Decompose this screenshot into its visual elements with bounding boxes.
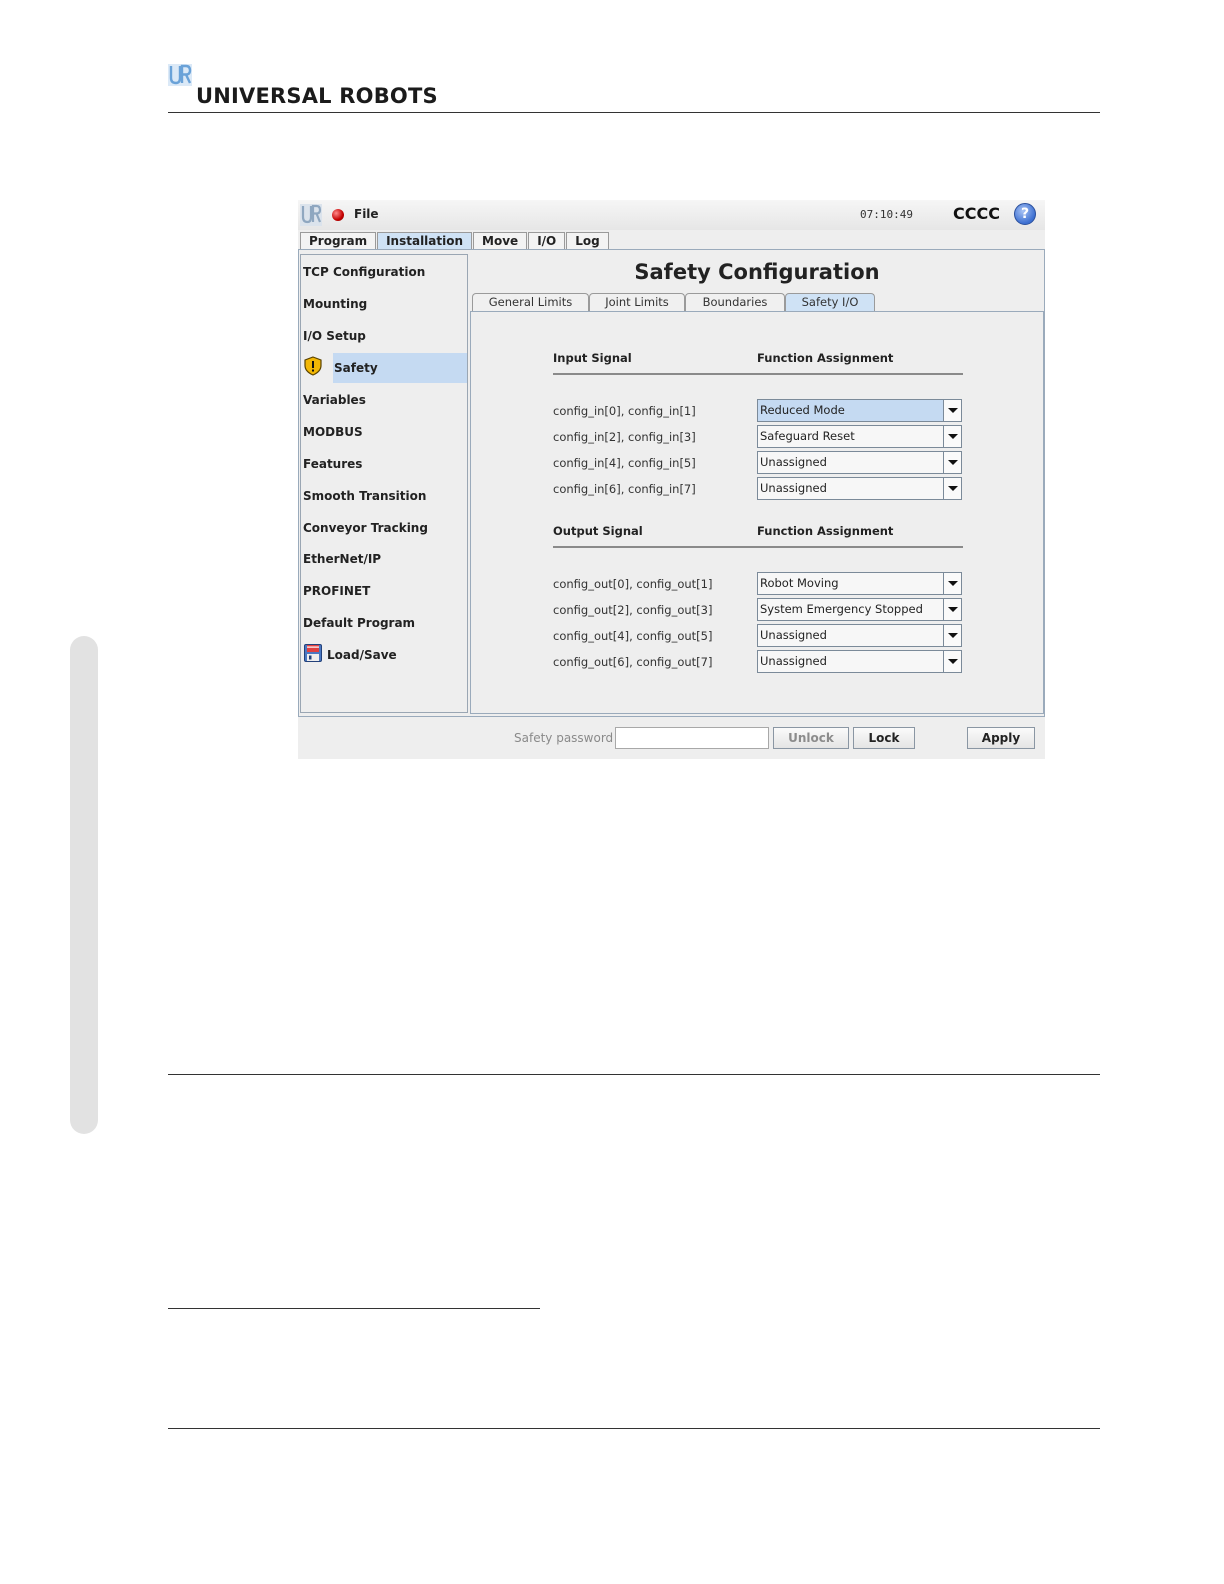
tab-general-limits[interactable]: General Limits — [472, 293, 589, 311]
combo-value: System Emergency Stopped — [760, 602, 923, 616]
tab-installation[interactable]: Installation — [377, 232, 473, 250]
input-signal-label: config_in[4], config_in[5] — [553, 456, 696, 470]
installation-panel: TCP Configuration Mounting I/O Setup Saf… — [298, 249, 1045, 717]
combo-value: Unassigned — [760, 654, 827, 668]
chevron-down-icon[interactable] — [943, 573, 961, 594]
sidebar-item-safety[interactable]: Safety — [333, 353, 467, 383]
footer-rule — [168, 1428, 1100, 1429]
apply-button[interactable]: Apply — [967, 727, 1035, 749]
combo-value: Robot Moving — [760, 576, 839, 590]
tab-program[interactable]: Program — [300, 232, 377, 250]
input-header-rule — [553, 373, 963, 375]
sidebar-item-smooth-transition[interactable]: Smooth Transition — [301, 481, 467, 511]
combo-value: Unassigned — [760, 481, 827, 495]
combo-value: Unassigned — [760, 628, 827, 642]
bottom-bar: Safety password Unlock Lock Apply — [298, 717, 1045, 759]
safety-sub-tab-bar: General Limits Joint Limits Boundaries S… — [472, 293, 875, 311]
document-logo: UNIVERSAL ROBOTS — [168, 64, 438, 108]
clock: 07:10:49 — [860, 208, 913, 221]
tab-joint-limits[interactable]: Joint Limits — [589, 293, 685, 311]
sidebar-item-modbus[interactable]: MODBUS — [301, 417, 467, 447]
sidebar-item-variables[interactable]: Variables — [301, 385, 467, 415]
unlock-button[interactable]: Unlock — [773, 727, 849, 749]
sidebar-item-mounting[interactable]: Mounting — [301, 289, 467, 319]
output-function-select[interactable]: Unassigned — [757, 650, 962, 673]
output-signal-header: Output Signal — [553, 524, 643, 538]
file-menu[interactable]: File — [354, 207, 379, 221]
page-title: Safety Configuration — [634, 260, 880, 284]
ur-app-icon — [300, 204, 322, 226]
input-function-header: Function Assignment — [757, 351, 894, 365]
combo-value: Unassigned — [760, 455, 827, 469]
chevron-down-icon[interactable] — [943, 400, 961, 421]
chevron-down-icon[interactable] — [943, 426, 961, 447]
chevron-down-icon[interactable] — [943, 599, 961, 620]
input-signal-header: Input Signal — [553, 351, 632, 365]
main-tab-bar: Program Installation Move I/O Log — [300, 232, 610, 250]
chevron-down-icon[interactable] — [943, 651, 961, 672]
tab-boundaries[interactable]: Boundaries — [685, 293, 785, 311]
safety-password-label: Safety password — [514, 731, 614, 745]
sidebar-item-tcp-configuration[interactable]: TCP Configuration — [301, 257, 467, 287]
output-function-select[interactable]: Unassigned — [757, 624, 962, 647]
warning-shield-icon — [304, 356, 322, 376]
chevron-down-icon[interactable] — [943, 625, 961, 646]
output-signal-label: config_out[2], config_out[3] — [553, 603, 713, 617]
safety-io-panel: Input Signal Function Assignment config_… — [470, 311, 1044, 714]
installation-sidebar: TCP Configuration Mounting I/O Setup Saf… — [300, 254, 468, 713]
brand-name: UNIVERSAL ROBOTS — [196, 84, 438, 108]
robot-name: CCCC — [953, 204, 1000, 223]
sidebar-item-ethernet-ip[interactable]: EtherNet/IP — [301, 544, 467, 574]
tab-log[interactable]: Log — [566, 232, 609, 250]
output-signal-label: config_out[4], config_out[5] — [553, 629, 713, 643]
output-signal-label: config_out[0], config_out[1] — [553, 577, 713, 591]
safety-password-input[interactable] — [615, 727, 769, 749]
input-function-select[interactable]: Safeguard Reset — [757, 425, 962, 448]
sidebar-item-profinet[interactable]: PROFINET — [301, 576, 467, 606]
output-header-rule — [553, 546, 963, 548]
sidebar-item-load-save[interactable]: Load/Save — [325, 640, 467, 670]
sidebar-item-features[interactable]: Features — [301, 449, 467, 479]
sidebar-item-conveyor-tracking[interactable]: Conveyor Tracking — [301, 513, 467, 543]
safety-configuration-area: Safety Configuration General Limits Join… — [470, 252, 1044, 714]
output-signal-label: config_out[6], config_out[7] — [553, 655, 713, 669]
output-function-select[interactable]: Robot Moving — [757, 572, 962, 595]
sidebar-item-io-setup[interactable]: I/O Setup — [301, 321, 467, 351]
section-rule — [168, 1074, 1100, 1075]
tab-safety-io[interactable]: Safety I/O — [785, 293, 875, 311]
output-function-select[interactable]: System Emergency Stopped — [757, 598, 962, 621]
help-icon[interactable]: ? — [1014, 203, 1036, 225]
chevron-down-icon[interactable] — [943, 452, 961, 473]
chapter-side-tab — [70, 636, 98, 1134]
header-rule — [168, 112, 1100, 113]
robot-status-icon[interactable] — [332, 209, 344, 221]
lock-button[interactable]: Lock — [853, 727, 915, 749]
tab-io[interactable]: I/O — [528, 232, 566, 250]
input-function-select[interactable]: Reduced Mode — [757, 399, 962, 422]
tab-move[interactable]: Move — [473, 232, 528, 250]
title-bar: File 07:10:49 CCCC ? — [298, 200, 1045, 230]
combo-value: Safeguard Reset — [760, 429, 855, 443]
input-function-select[interactable]: Unassigned — [757, 451, 962, 474]
output-function-header: Function Assignment — [757, 524, 894, 538]
polyscope-window: File 07:10:49 CCCC ? Program Installatio… — [298, 200, 1045, 759]
floppy-disk-icon — [304, 644, 322, 662]
input-signal-label: config_in[0], config_in[1] — [553, 404, 696, 418]
chevron-down-icon[interactable] — [943, 478, 961, 499]
input-signal-label: config_in[2], config_in[3] — [553, 430, 696, 444]
ur-logo-icon — [168, 64, 192, 86]
sidebar-item-default-program[interactable]: Default Program — [301, 608, 467, 638]
combo-value: Reduced Mode — [760, 403, 845, 417]
input-function-select[interactable]: Unassigned — [757, 477, 962, 500]
footnote-rule — [168, 1308, 540, 1309]
input-signal-label: config_in[6], config_in[7] — [553, 482, 696, 496]
